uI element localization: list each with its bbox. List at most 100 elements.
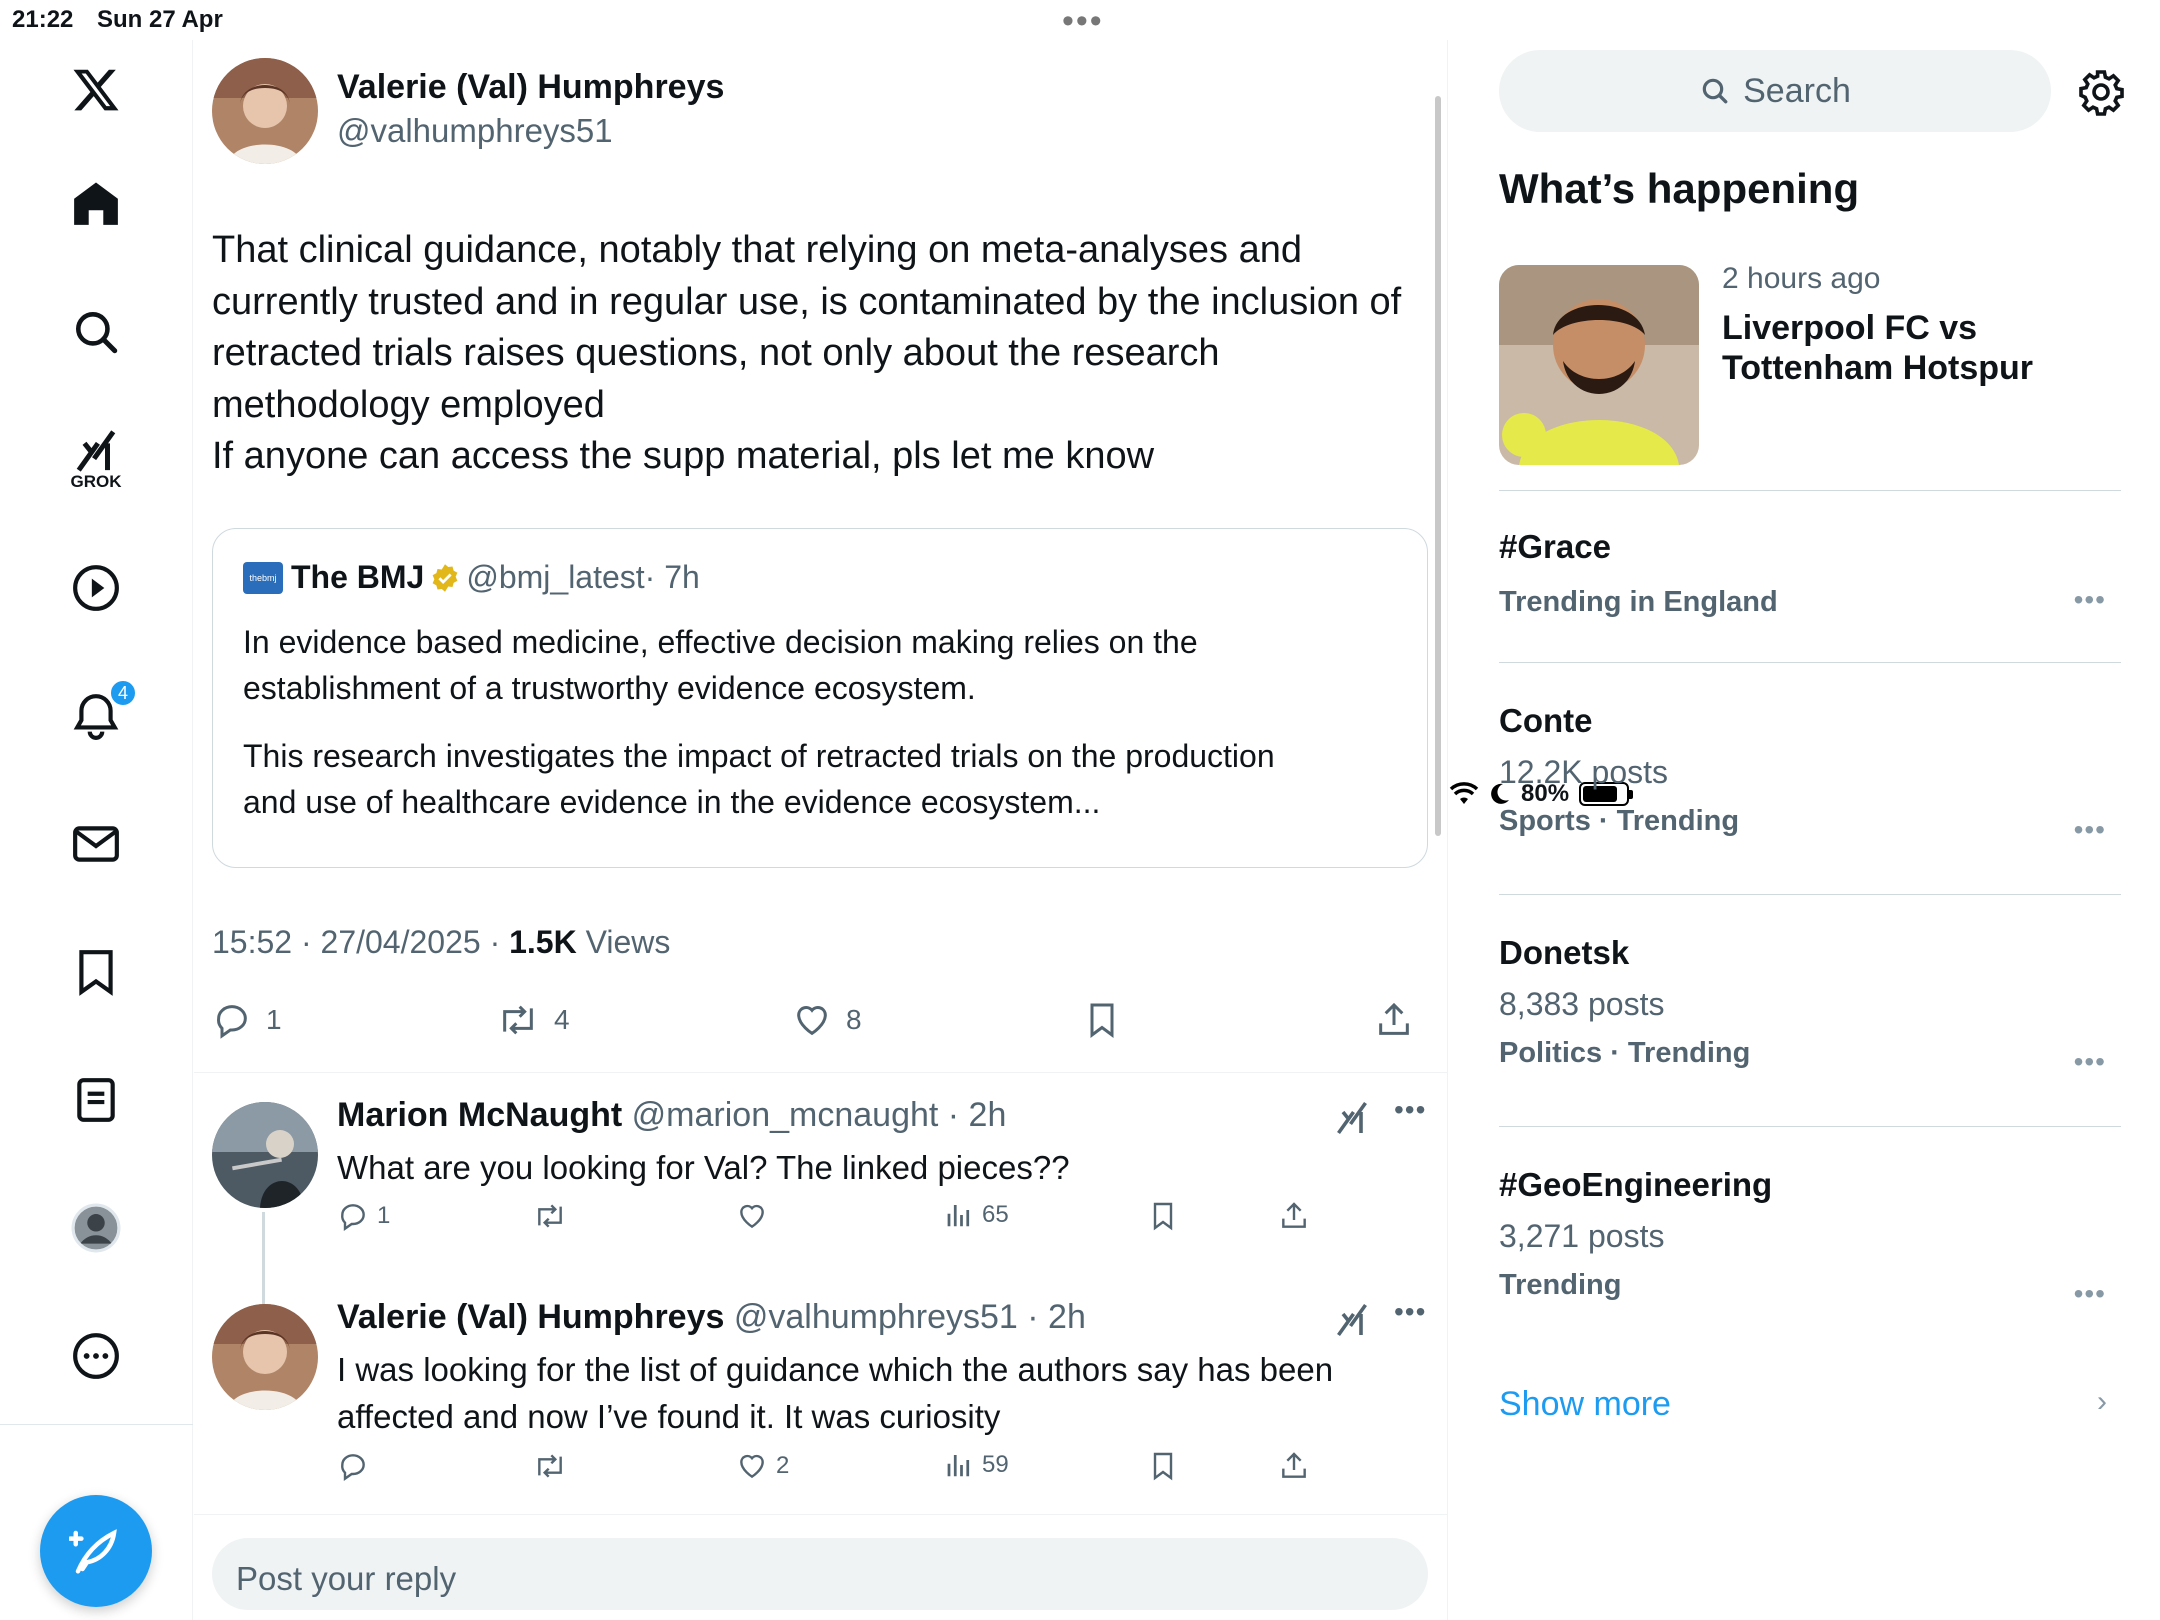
share-button[interactable] — [1374, 1000, 1414, 1040]
news-title-line: Liverpool FC vs — [1722, 309, 1978, 347]
settings-gear-icon[interactable] — [2077, 68, 2125, 116]
status-date: Sun 27 Apr — [97, 6, 223, 33]
reply-avatar[interactable] — [212, 1102, 318, 1208]
trend-divider — [1499, 1126, 2121, 1127]
notifications-badge: 4 — [108, 678, 138, 708]
like-button[interactable]: 8 — [792, 1000, 862, 1040]
trend-more-button[interactable]: ••• — [2074, 1046, 2106, 1078]
author-handle[interactable]: @valhumphreys51 — [337, 112, 613, 150]
quoted-post-time: · 7h — [644, 559, 700, 595]
quoted-text-line: establishment of a trustworthy evidence … — [243, 670, 976, 706]
trend-name: #GeoEngineering — [1499, 1166, 1773, 1203]
lists-icon[interactable] — [46, 1050, 146, 1150]
reply-button[interactable]: 1 — [212, 1000, 282, 1040]
trend-category: Politics · Trending — [1499, 1037, 1751, 1069]
profile-avatar-icon[interactable] — [46, 1178, 146, 1278]
trend-item[interactable]: #GeoEngineering 3,271 posts Trending ••• — [1499, 1166, 2121, 1309]
show-more-link[interactable]: Show more — [1499, 1385, 1671, 1424]
reply-bookmark-button[interactable] — [1147, 1200, 1179, 1232]
trend-posts: 8,383 posts — [1499, 986, 1665, 1022]
reply-author-name[interactable]: Valerie (Val) Humphreys — [337, 1298, 724, 1336]
repost-button[interactable]: 4 — [496, 1000, 570, 1040]
grok-explain-icon[interactable] — [1334, 1302, 1370, 1338]
reply-share-button[interactable] — [1278, 1450, 1310, 1482]
search-input[interactable]: Search — [1499, 50, 2051, 132]
quoted-author-name: The BMJ — [291, 559, 425, 595]
post-text-line: currently trusted and in regular use, is… — [212, 280, 1402, 323]
heart-icon — [740, 1204, 764, 1229]
home-icon[interactable] — [46, 154, 146, 254]
chevron-right-icon[interactable]: › — [2097, 1385, 2107, 1419]
trend-posts: 3,271 posts — [1499, 1218, 1665, 1254]
news-thumbnail[interactable] — [1499, 265, 1699, 465]
reply-share-button[interactable] — [1278, 1200, 1310, 1232]
search-placeholder: Search — [1743, 71, 1851, 110]
trend-item[interactable]: Donetsk 8,383 posts Politics · Trending … — [1499, 934, 2121, 1077]
trend-more-button[interactable]: ••• — [2074, 1278, 2106, 1310]
compose-post-button[interactable] — [40, 1495, 152, 1607]
notifications-bell-icon[interactable]: 4 — [46, 666, 146, 766]
reply-views-button[interactable]: 59 — [944, 1450, 1009, 1480]
post-actions: 1 4 8 — [212, 1000, 1422, 1060]
messages-envelope-icon[interactable] — [46, 794, 146, 894]
reply-header: Valerie (Val) Humphreys @valhumphreys51 … — [337, 1298, 1086, 1337]
post-text-line: methodology employed — [212, 383, 605, 426]
like-count: 2 — [776, 1452, 790, 1479]
trend-name: Conte — [1499, 702, 1593, 739]
trend-more-button[interactable]: ••• — [2074, 584, 2106, 616]
nav-divider — [0, 1424, 193, 1425]
multitask-dots-icon[interactable]: ••• — [1062, 2, 1104, 41]
repost-icon — [503, 1005, 533, 1035]
more-options-button[interactable]: ••• — [1394, 1094, 1426, 1126]
repost-icon — [538, 1454, 562, 1478]
reply-bookmark-button[interactable] — [1147, 1450, 1179, 1482]
quoted-post[interactable]: thebmj The BMJ @bmj_latest · 7h In evide… — [212, 528, 1428, 868]
news-title[interactable]: Liverpool FC vs Tottenham Hotspur — [1722, 308, 2033, 388]
bookmark-icon — [1153, 1452, 1173, 1481]
bookmark-icon — [1090, 1003, 1114, 1038]
share-icon — [1379, 1002, 1409, 1035]
reply-reply-button[interactable]: 1 — [337, 1200, 390, 1232]
x-logo-icon[interactable] — [46, 40, 146, 140]
grok-explain-icon[interactable] — [1334, 1100, 1370, 1136]
share-icon — [1282, 1202, 1306, 1228]
bookmarks-icon[interactable] — [46, 922, 146, 1022]
post-reply-input[interactable]: Post your reply — [212, 1538, 1428, 1610]
more-options-button[interactable]: ••• — [1394, 1296, 1426, 1328]
video-play-icon[interactable] — [46, 538, 146, 638]
trend-divider — [1499, 662, 2121, 663]
reply-avatar[interactable] — [212, 1304, 318, 1410]
scrollbar[interactable] — [1435, 96, 1441, 836]
post-timestamp[interactable]: 15:52 · 27/04/2025 · — [212, 924, 509, 960]
trend-item[interactable]: #Grace Trending in England ••• — [1499, 528, 2121, 619]
reply-author-handle[interactable]: @valhumphreys51 · 2h — [724, 1298, 1086, 1336]
left-nav: GROK 4 — [0, 40, 193, 1620]
reply-author-handle[interactable]: @marion_mcnaught · 2h — [622, 1096, 1007, 1134]
reply-text-line: affected and now I’ve found it. It was c… — [337, 1398, 1001, 1435]
views-count: 65 — [982, 1201, 1009, 1228]
grok-icon[interactable]: GROK — [46, 410, 146, 510]
explore-search-icon[interactable] — [46, 282, 146, 382]
reply-author-name[interactable]: Marion McNaught — [337, 1096, 622, 1134]
reply-divider — [194, 1514, 1448, 1515]
reply-like-button[interactable]: 2 — [736, 1450, 789, 1482]
trend-category: Sports · Trending — [1499, 805, 1740, 837]
quoted-text-line: This research investigates the impact of… — [243, 738, 1275, 774]
post-text-line: retracted trials raises questions, not o… — [212, 332, 1220, 374]
trend-more-button[interactable]: ••• — [2074, 814, 2106, 846]
bookmark-button[interactable] — [1082, 1000, 1122, 1040]
reply-repost-button[interactable] — [532, 1200, 576, 1232]
reply-views-button[interactable]: 65 — [944, 1200, 1009, 1230]
reply-reply-button[interactable] — [337, 1450, 377, 1482]
trend-name: Donetsk — [1499, 934, 1630, 971]
trend-divider — [1499, 490, 2121, 491]
reply-repost-button[interactable] — [532, 1450, 576, 1482]
reply-text-line: I was looking for the list of guidance w… — [337, 1351, 1334, 1388]
reply-header: Marion McNaught @marion_mcnaught · 2h — [337, 1096, 1006, 1135]
more-options-icon[interactable] — [46, 1306, 146, 1406]
author-avatar[interactable] — [212, 58, 318, 164]
author-name[interactable]: Valerie (Val) Humphreys — [337, 68, 724, 107]
trend-item[interactable]: Conte 12.2K posts Sports · Trending ••• — [1499, 702, 2121, 845]
trend-category: Trending — [1499, 1269, 1622, 1301]
reply-like-button[interactable] — [736, 1200, 776, 1232]
